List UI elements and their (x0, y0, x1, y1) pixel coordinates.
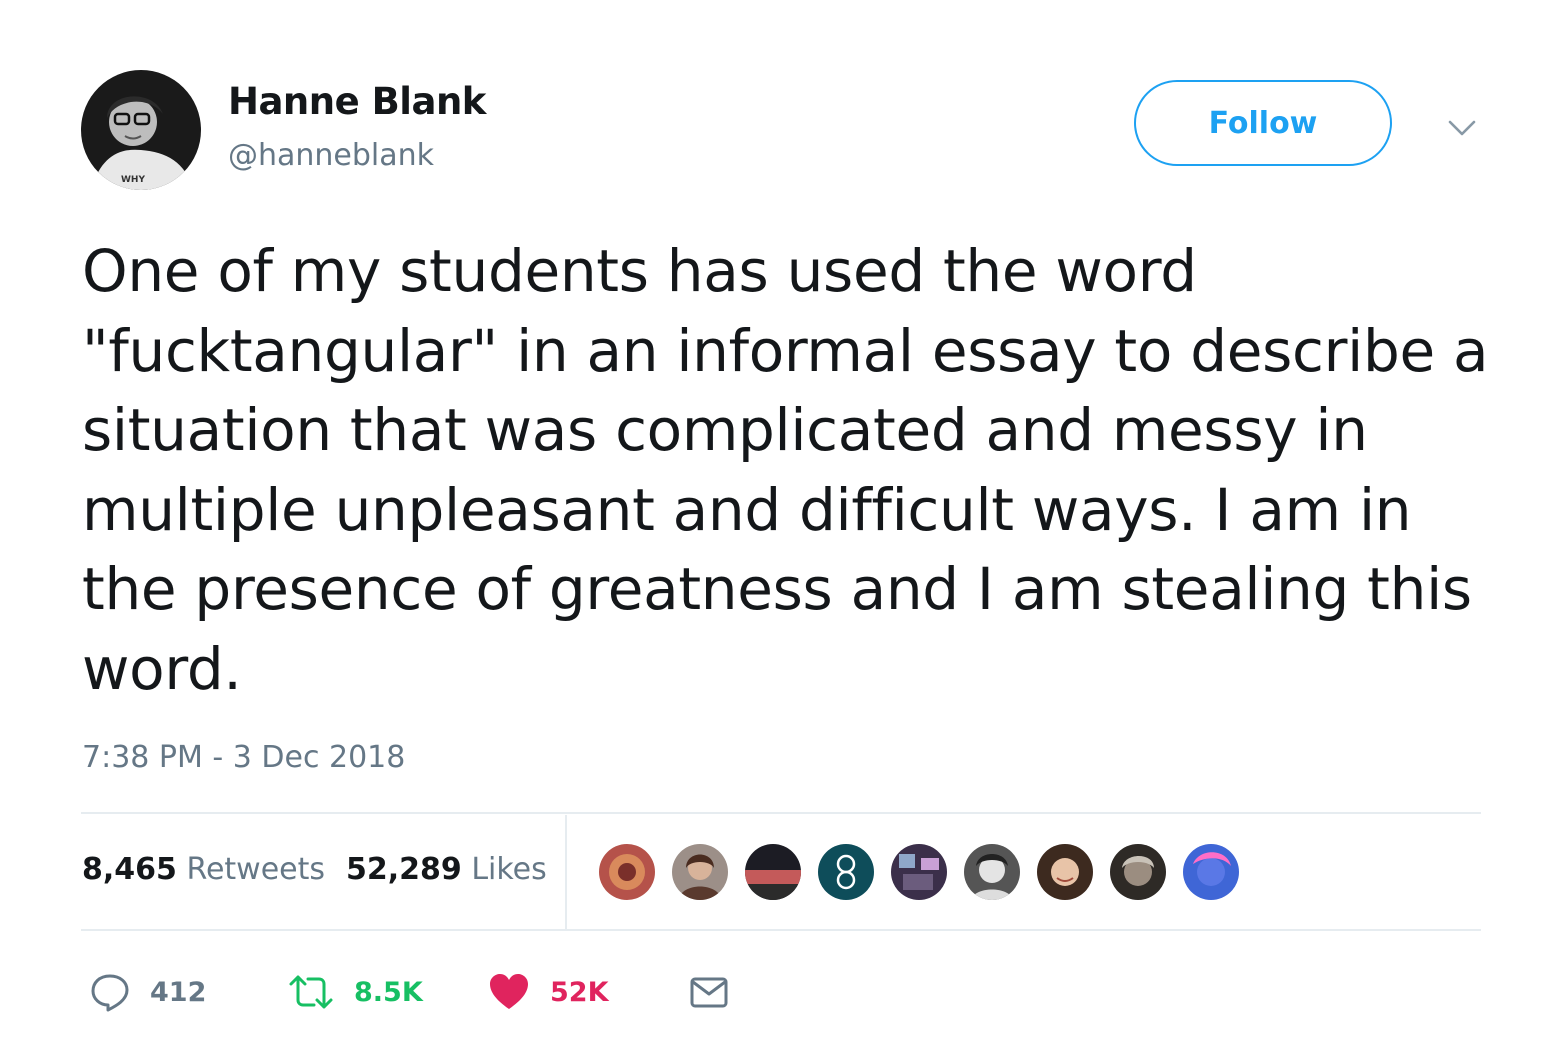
direct-message-button[interactable] (690, 972, 730, 1012)
like-count: 52K (550, 976, 609, 1008)
svg-text:WHY: WHY (121, 175, 145, 185)
follow-button[interactable]: Follow (1134, 80, 1392, 166)
retweets-label: Retweets (186, 852, 326, 887)
chevron-down-icon[interactable] (1446, 112, 1478, 144)
likes-stat[interactable]: 52,289 Likes (346, 852, 547, 887)
likes-count: 52,289 (346, 852, 462, 887)
retweet-count: 8.5K (354, 976, 423, 1008)
liker-avatar-3[interactable] (743, 842, 803, 902)
tweet-text: One of my students has used the word "fu… (82, 237, 1489, 703)
divider-top (81, 812, 1481, 814)
author-name[interactable]: Hanne Blank (228, 80, 486, 123)
liker-avatar-1[interactable] (597, 842, 657, 902)
tweet-timestamp[interactable]: 7:38 PM - 3 Dec 2018 (82, 740, 405, 775)
stats-divider (565, 815, 567, 930)
author-handle[interactable]: @hanneblank (228, 138, 434, 173)
envelope-icon (690, 977, 728, 1008)
divider-bottom (81, 929, 1481, 931)
retweets-count: 8,465 (82, 852, 177, 887)
reply-count: 412 (150, 976, 207, 1008)
liker-avatar-6[interactable] (962, 842, 1022, 902)
retweet-icon (289, 975, 333, 1009)
liker-avatar-7[interactable] (1035, 842, 1095, 902)
author-avatar[interactable]: WHY (81, 70, 201, 190)
liker-avatar-8[interactable] (1108, 842, 1168, 902)
liker-avatar-2[interactable] (670, 842, 730, 902)
liker-avatar-9[interactable] (1181, 842, 1241, 902)
liker-avatar-5[interactable] (889, 842, 949, 902)
liker-avatars (597, 842, 1241, 902)
user-avatar-icon: WHY (81, 70, 201, 190)
likes-label: Likes (471, 852, 547, 887)
like-button[interactable]: 52K (488, 972, 609, 1012)
reply-button[interactable]: 412 (90, 972, 206, 1012)
retweets-stat[interactable]: 8,465 Retweets (82, 852, 325, 887)
retweet-button[interactable]: 8.5K (288, 972, 423, 1012)
reply-icon (91, 974, 129, 1012)
liker-avatar-4[interactable] (816, 842, 876, 902)
heart-icon (490, 974, 528, 1009)
